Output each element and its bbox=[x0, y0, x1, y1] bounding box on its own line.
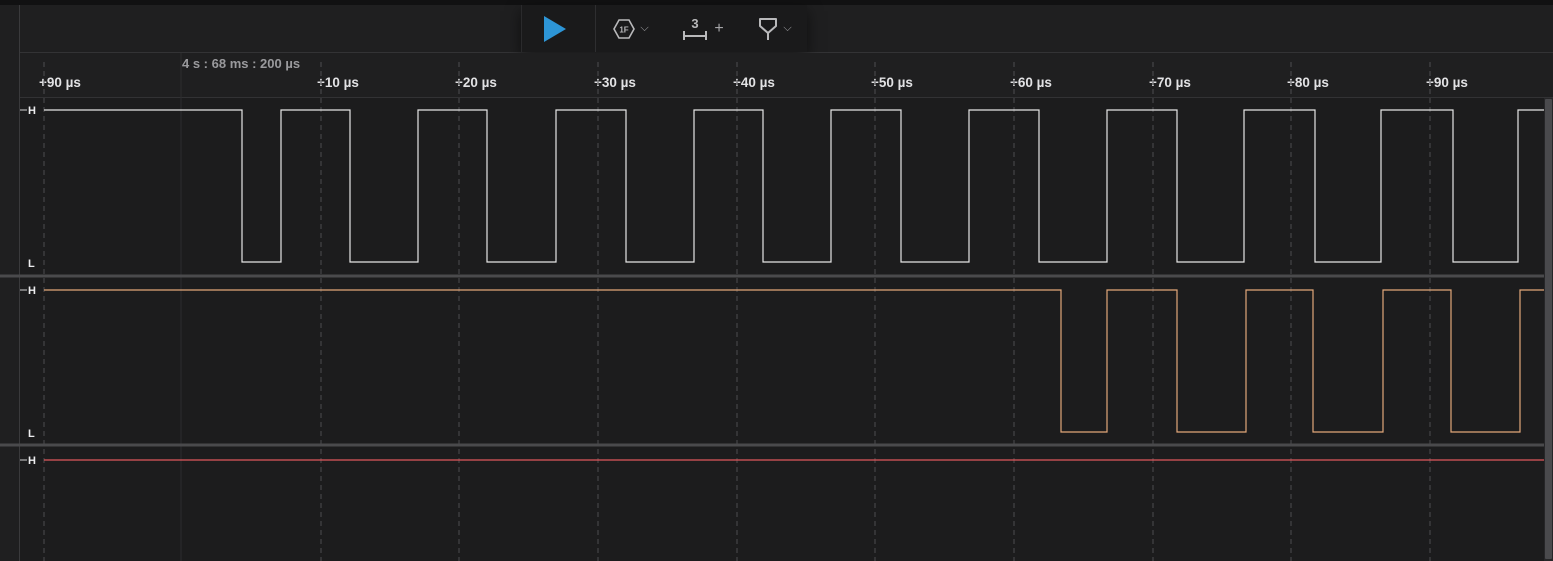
channel-1-low-label: L bbox=[28, 428, 35, 440]
channel-0-high-label: H bbox=[28, 105, 36, 117]
time-grid bbox=[43, 53, 1431, 561]
channel-0-low-label: L bbox=[28, 258, 35, 270]
channel-1-high-label: H bbox=[28, 285, 36, 297]
logic-analyzer-window: 1F ⌵ 3 + ⌵ 4 s : 68 ms : 200 µs +90 µs +… bbox=[0, 0, 1553, 561]
channel-1-waveform bbox=[44, 289, 1544, 433]
vertical-scrollbar-thumb[interactable] bbox=[1545, 99, 1552, 559]
channel-2-high-label: H bbox=[28, 455, 36, 467]
channel-0-waveform bbox=[44, 109, 1544, 263]
waveform-area[interactable]: H L H L H bbox=[0, 0, 1553, 561]
